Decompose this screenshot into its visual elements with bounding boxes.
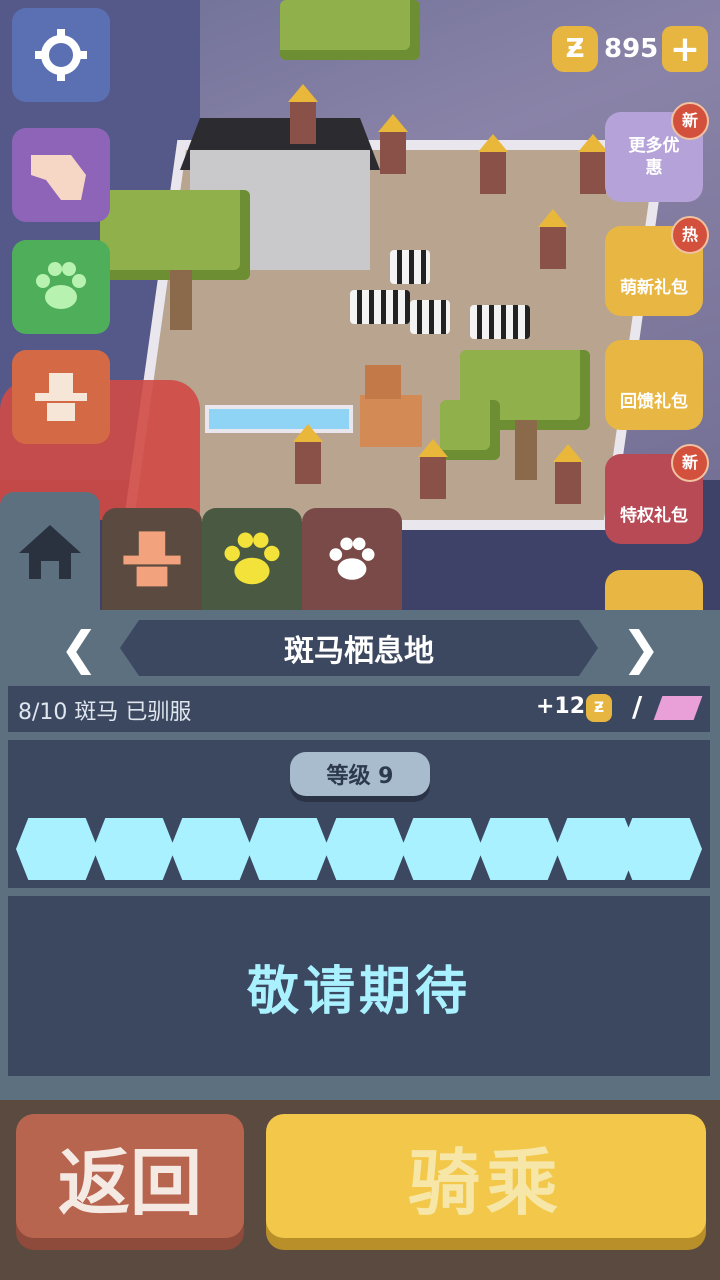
- habitat-info-row: 8/10 斑马 已驯服 +12 Ƶ /: [8, 686, 710, 732]
- level-progress-segment: [324, 818, 406, 880]
- zebra[interactable]: [410, 300, 450, 334]
- new-badge: 新: [671, 102, 709, 140]
- new-badge: 新: [671, 444, 709, 482]
- tree: [280, 0, 420, 60]
- level-progress-segment: [170, 818, 252, 880]
- coin-amount: 895: [604, 34, 659, 64]
- level-progress-segment: [478, 818, 560, 880]
- ticket-icon: [653, 696, 703, 720]
- tab-home[interactable]: [0, 492, 100, 612]
- vip-pack-button[interactable]: 特权礼包 新: [605, 444, 709, 544]
- crate: [360, 395, 422, 447]
- paw-icon: [329, 537, 375, 580]
- paw-icon: [224, 532, 280, 585]
- level-label: 等级 9: [290, 752, 430, 796]
- cowboy-hat-icon: [35, 373, 87, 421]
- zebra[interactable]: [390, 250, 430, 284]
- water-trough: [205, 405, 353, 433]
- paw-icon: [36, 262, 86, 309]
- more-button[interactable]: [605, 570, 703, 614]
- prev-habitat-button[interactable]: ❮: [56, 620, 102, 676]
- reward-amount: +12: [536, 694, 586, 719]
- settings-gear-icon: [35, 29, 87, 81]
- settings-button[interactable]: [12, 8, 110, 102]
- more-offers-label: 更多优惠: [628, 136, 680, 178]
- more-offers-button[interactable]: 更多优惠 新: [605, 102, 709, 202]
- currency-bar: Ƶ 895 +: [552, 24, 710, 76]
- level-progress-segment: [93, 818, 175, 880]
- add-coins-button[interactable]: +: [662, 26, 708, 72]
- level-progress-segment: [247, 818, 329, 880]
- starter-pack-button[interactable]: 萌新礼包 热: [605, 216, 709, 316]
- separator: /: [632, 690, 643, 723]
- tab-pets[interactable]: [302, 508, 402, 612]
- ranger-button[interactable]: [12, 350, 110, 444]
- level-progress-segment: [16, 818, 98, 880]
- zoo-coin-icon: Ƶ: [552, 26, 598, 72]
- next-habitat-button[interactable]: ❯: [618, 620, 664, 676]
- tab-animals[interactable]: [202, 508, 302, 612]
- hand-pointer-icon: [31, 155, 86, 200]
- back-button[interactable]: 返回: [16, 1114, 244, 1238]
- tree: [100, 190, 250, 280]
- bush: [440, 400, 500, 460]
- tamed-count: 8/10 斑马 已驯服: [18, 700, 192, 725]
- cowboy-hat-icon: [123, 531, 181, 587]
- ride-button[interactable]: 骑乘: [266, 1114, 706, 1238]
- animals-button[interactable]: [12, 240, 110, 334]
- vip-pack-label: 特权礼包: [620, 506, 688, 526]
- hot-badge: 热: [671, 216, 709, 254]
- tutorial-button[interactable]: [12, 128, 110, 222]
- coming-soon-text: 敬请期待: [8, 896, 710, 1076]
- tab-ranger[interactable]: [102, 508, 202, 612]
- reward-pack-label: 回馈礼包: [620, 392, 688, 412]
- home-icon: [19, 525, 81, 579]
- zoo-coin-icon: Ƶ: [586, 694, 612, 722]
- level-progress-segment: [401, 818, 483, 880]
- reward-pack-button[interactable]: 回馈礼包: [605, 340, 703, 430]
- zebra[interactable]: [350, 290, 410, 324]
- zebra[interactable]: [470, 305, 530, 339]
- starter-pack-label: 萌新礼包: [620, 278, 688, 298]
- level-progress-segment: [620, 818, 702, 880]
- habitat-title: 斑马栖息地: [120, 620, 598, 676]
